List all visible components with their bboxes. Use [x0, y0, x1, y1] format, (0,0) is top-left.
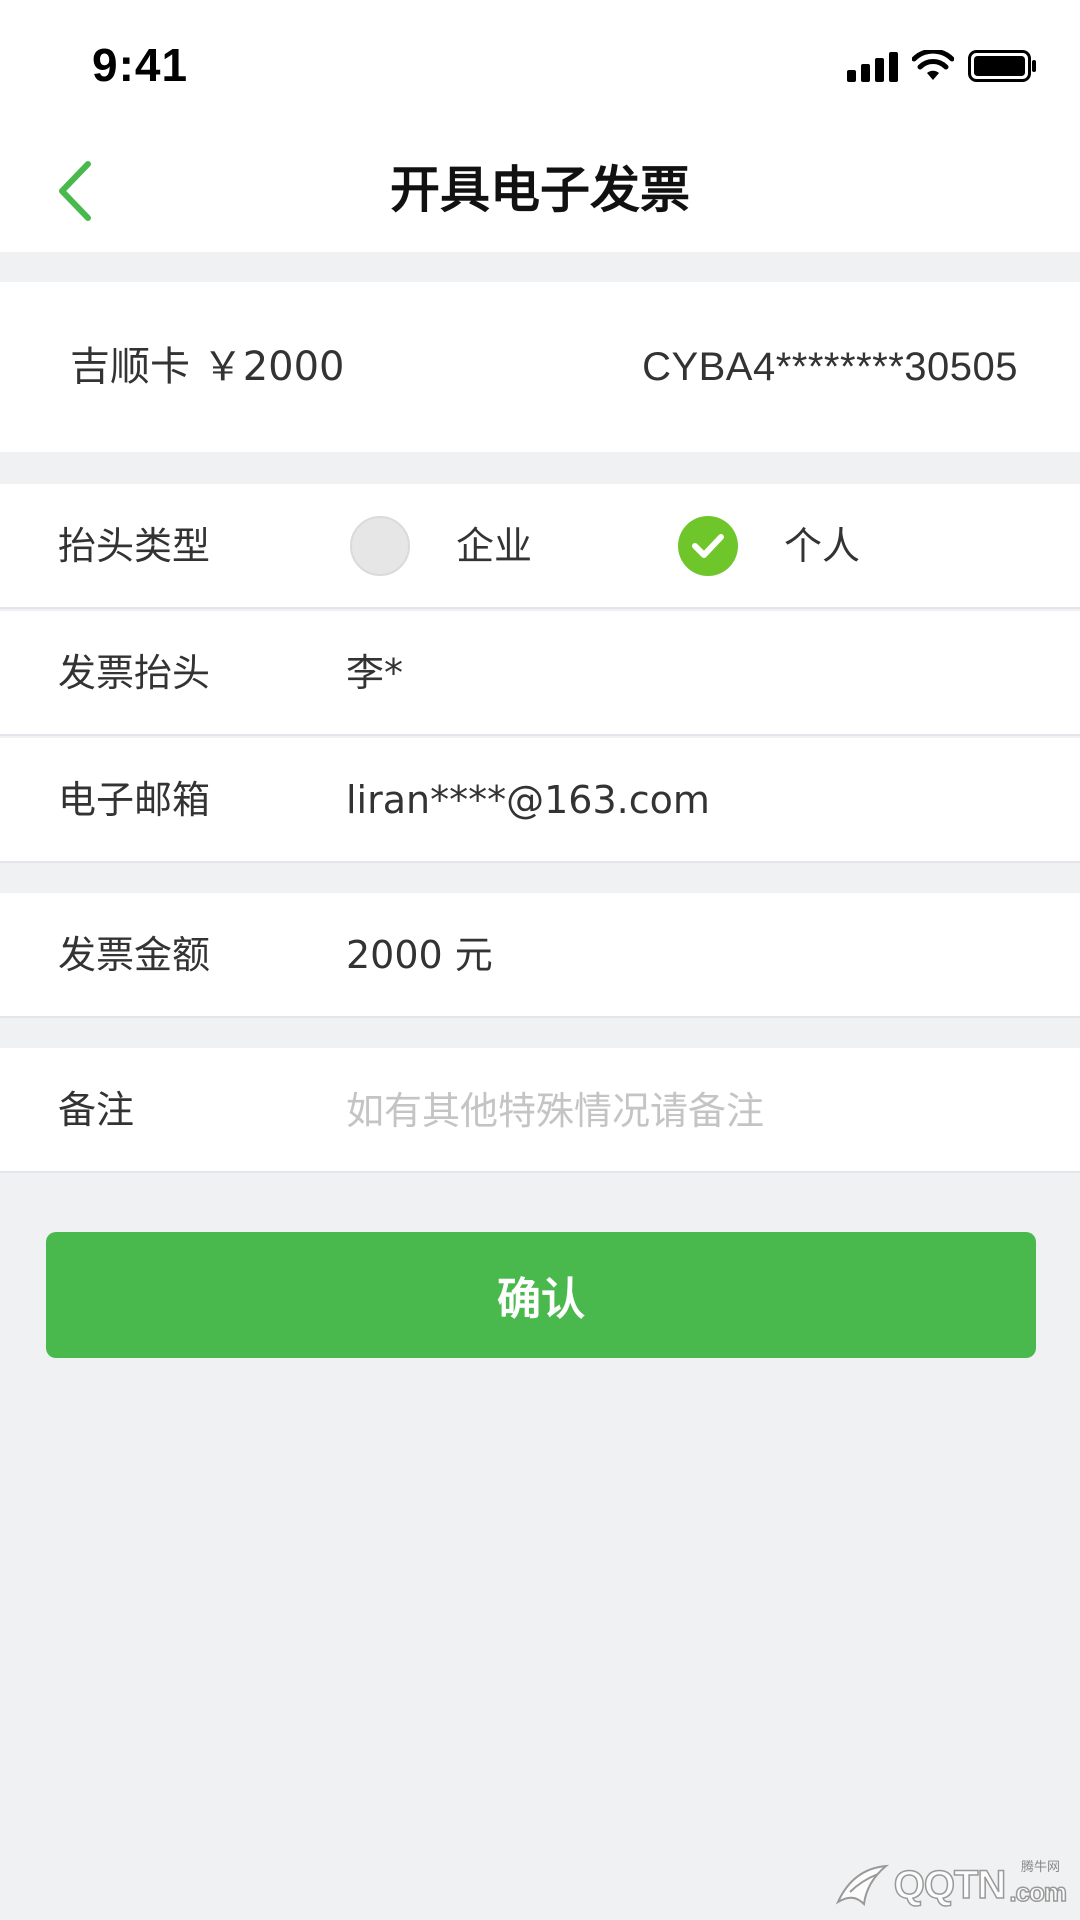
remark-input[interactable] [346, 1078, 1026, 1143]
wifi-icon [912, 50, 954, 80]
watermark-mark-icon [835, 1864, 889, 1907]
watermark-logo: QQTN .com 腾牛网 [834, 1860, 1068, 1908]
title-type-label: 抬头类型 [58, 524, 211, 568]
watermark-suffix: .com [1009, 1876, 1068, 1908]
page-title: 开具电子发票 [390, 161, 690, 219]
battery-icon [968, 50, 1036, 82]
signal-icon [847, 52, 898, 82]
confirm-button[interactable]: 确认 [46, 1232, 1036, 1358]
remark-label: 备注 [58, 1088, 135, 1132]
divider [0, 734, 1080, 736]
remark-row: 备注 [0, 1048, 1080, 1173]
email-label: 电子邮箱 [58, 778, 211, 822]
title-type-row: 抬头类型 企业 个人 [0, 484, 1080, 609]
divider [0, 607, 1080, 609]
radio-company-label[interactable]: 企业 [456, 484, 532, 609]
email-row: 电子邮箱 liran****@163.com [0, 738, 1080, 863]
radio-company[interactable] [350, 516, 410, 576]
card-number: CYBA4********30505 [642, 345, 1018, 389]
divider [0, 1016, 1080, 1018]
status-icons [847, 48, 1038, 82]
card-name-amount: 吉顺卡 ￥2000 [70, 344, 345, 390]
amount-value: 2000 元 [346, 933, 493, 977]
status-time: 9:41 [92, 39, 189, 91]
invoice-title-row: 发票抬头 李* [0, 611, 1080, 736]
invoice-title-field[interactable]: 李* [346, 611, 403, 736]
radio-personal[interactable] [678, 516, 738, 576]
watermark-small-text: 腾牛网 [1020, 1860, 1060, 1875]
radio-personal-label[interactable]: 个人 [784, 484, 860, 609]
email-field[interactable]: liran****@163.com [346, 738, 710, 863]
header: 9:41 开具电子发票 [0, 0, 1080, 252]
watermark-brand: QQTN [893, 1862, 1007, 1908]
amount-label: 发票金额 [58, 933, 211, 977]
amount-row: 发票金额 2000 元 [0, 893, 1080, 1018]
divider [0, 1171, 1080, 1173]
check-icon [692, 534, 724, 558]
invoice-title-label: 发票抬头 [58, 651, 211, 695]
card-info: 吉顺卡 ￥2000 CYBA4********30505 [0, 282, 1080, 452]
divider [0, 861, 1080, 863]
